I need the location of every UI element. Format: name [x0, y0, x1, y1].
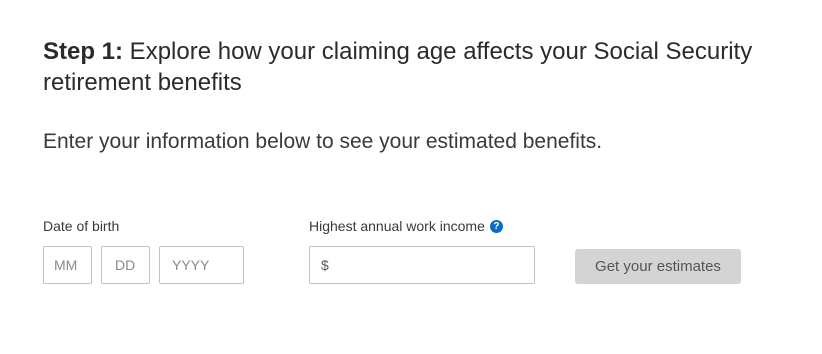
income-input[interactable] — [332, 247, 534, 283]
currency-symbol: $ — [321, 257, 329, 273]
step-label: Step 1: — [43, 38, 124, 65]
get-estimates-button[interactable]: Get your estimates — [575, 249, 741, 284]
intro-text: Enter your information below to see your… — [43, 130, 603, 153]
dob-label: Date of birth — [43, 217, 119, 235]
page-title-text: Explore how your claiming age affects yo… — [43, 38, 753, 96]
income-label-text: Highest annual work income — [309, 218, 485, 234]
page-title: Step 1: Explore how your claiming age af… — [43, 36, 763, 98]
question-circle-icon[interactable]: ? — [489, 219, 503, 233]
dob-label-text: Date of birth — [43, 218, 120, 234]
income-field[interactable]: $ — [309, 246, 535, 284]
birth-year-input[interactable] — [159, 246, 244, 284]
income-label: Highest annual work income ? — [309, 217, 503, 235]
birth-month-input[interactable] — [43, 246, 92, 284]
birth-day-input[interactable] — [101, 246, 150, 284]
